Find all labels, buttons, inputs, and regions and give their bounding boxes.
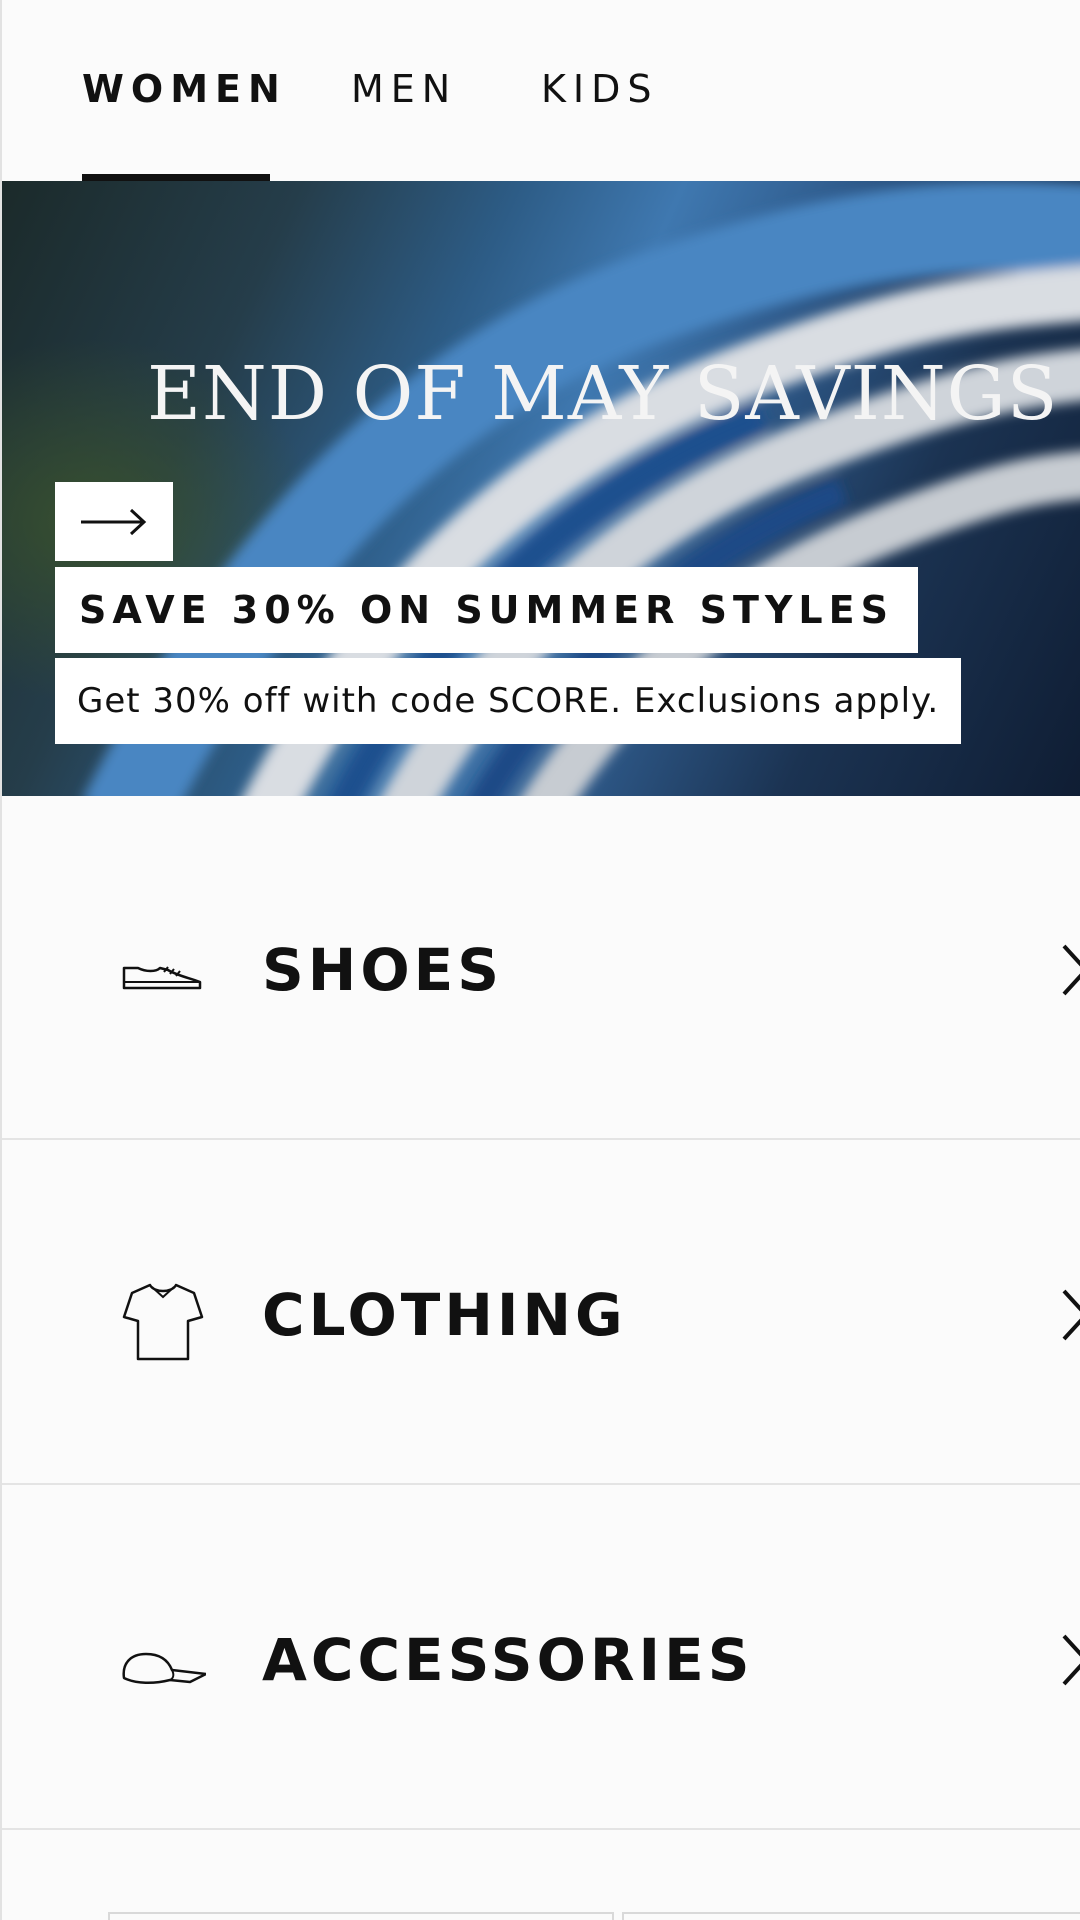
gender-tab-bar: WOMEN MEN KIDS <box>2 0 1080 181</box>
category-label: ACCESSORIES <box>262 1626 754 1694</box>
chevron-right-icon <box>1062 1289 1080 1341</box>
tshirt-icon <box>122 1283 204 1361</box>
banner-title: END OF MAY SAVINGS <box>147 351 1059 437</box>
bottom-card[interactable] <box>108 1912 614 1920</box>
category-shoes[interactable]: SHOES <box>2 796 1080 1140</box>
active-tab-indicator <box>82 174 270 181</box>
chevron-right-icon <box>1062 944 1080 996</box>
shoe-icon <box>122 966 202 990</box>
bottom-card[interactable] <box>622 1912 1080 1920</box>
banner-subtext-box: Get 30% off with code SCORE. Exclusions … <box>55 658 962 744</box>
category-accessories[interactable]: ACCESSORIES <box>2 1486 1080 1830</box>
arrow-right-icon <box>81 508 147 535</box>
banner-headline-box: SAVE 30% ON SUMMER STYLES <box>55 567 918 653</box>
category-clothing[interactable]: CLOTHING <box>2 1141 1080 1485</box>
promo-banner[interactable]: END OF MAY SAVINGS SAVE 30% ON SUMMER ST… <box>2 181 1080 796</box>
tab-kids[interactable]: KIDS <box>541 66 659 112</box>
category-label: SHOES <box>262 936 504 1004</box>
category-label: CLOTHING <box>262 1281 627 1349</box>
cap-icon <box>122 1652 206 1684</box>
tab-men[interactable]: MEN <box>351 66 457 112</box>
bottom-content-area <box>2 1832 1080 1920</box>
tab-women[interactable]: WOMEN <box>82 66 287 112</box>
banner-subtext: Get 30% off with code SCORE. Exclusions … <box>77 681 940 721</box>
chevron-right-icon <box>1062 1634 1080 1686</box>
banner-headline: SAVE 30% ON SUMMER STYLES <box>79 588 894 632</box>
banner-arrow-button[interactable] <box>55 482 173 561</box>
